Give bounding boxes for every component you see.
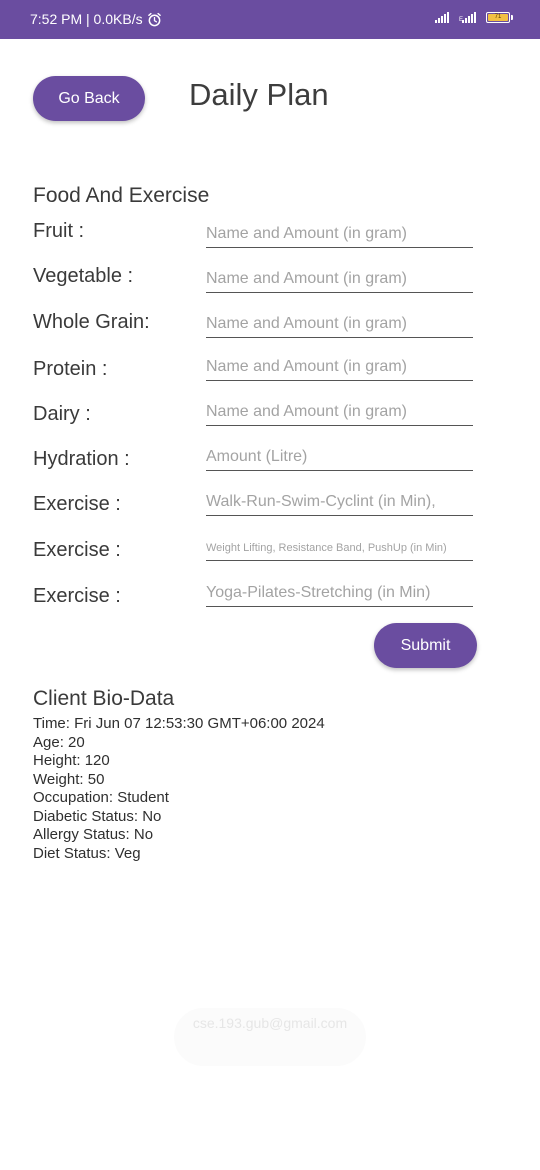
exercise-strength-input[interactable] [206,533,473,561]
dairy-input[interactable] [206,398,473,426]
vegetable-input[interactable] [206,265,473,293]
signal-4g-icon: E [459,11,476,23]
dairy-label: Dairy : [33,403,91,425]
fruit-label: Fruit : [33,220,85,242]
exercise-cardio-label: Exercise : [33,493,121,515]
whole-grain-label: Whole Grain: [33,311,150,333]
hydration-input[interactable] [206,443,473,471]
whole-grain-row: Whole Grain: [0,310,540,355]
exercise-flexibility-label: Exercise : [33,585,121,607]
go-back-button[interactable]: Go Back [33,76,145,121]
signal-icon [434,11,449,23]
bio-diabetic-status: Diabetic Status: No [33,807,162,825]
bio-diet-status: Diet Status: Veg [33,844,141,862]
exercise-cardio-row: Exercise : [0,488,540,537]
status-time-speed: 7:52 PM | 0.0KB/s [30,11,143,27]
fruit-input[interactable] [206,220,473,248]
battery-level: 71 [488,13,508,21]
page-title: Daily Plan [189,77,329,112]
bio-height: Height: 120 [33,752,110,769]
whole-grain-input[interactable] [206,310,473,338]
food-exercise-heading: Food And Exercise [33,184,210,207]
bio-data-heading: Client Bio-Data [33,687,175,710]
bio-data-list: Time: Fri Jun 07 12:53:30 GMT+06:00 2024… [33,715,325,863]
bio-allergy-status: Allergy Status: No [33,826,154,843]
exercise-flexibility-row: Exercise : [0,579,540,629]
hydration-row: Hydration : [0,443,540,492]
battery-icon: 71 [486,11,513,23]
protein-row: Protein : [0,353,540,402]
protein-label: Protein : [33,358,108,380]
exercise-cardio-input[interactable] [206,488,473,516]
bio-time: Time: Fri Jun 07 12:53:30 GMT+06:00 2024 [33,715,325,732]
exercise-strength-row: Exercise : [0,533,540,583]
bio-weight: Weight: 50 [33,770,105,788]
footer-email: cse.193.gub@gmail.com [174,1008,366,1066]
alarm-icon [147,12,161,26]
status-bar: 7:52 PM | 0.0KB/s E 71 [0,0,540,39]
bio-age: Age: 20 [33,733,85,751]
protein-input[interactable] [206,353,473,381]
fruit-row: Fruit : [0,220,540,264]
vegetable-row: Vegetable : [0,265,540,309]
dairy-row: Dairy : [0,398,540,447]
status-left: 7:52 PM | 0.0KB/s [30,11,162,27]
status-right: E 71 [434,11,513,23]
hydration-label: Hydration : [33,448,130,470]
exercise-strength-label: Exercise : [33,539,121,561]
exercise-flexibility-input[interactable] [206,579,473,607]
vegetable-label: Vegetable : [33,265,134,287]
bio-occupation: Occupation: Student [33,789,169,806]
submit-button[interactable]: Submit [374,623,477,668]
